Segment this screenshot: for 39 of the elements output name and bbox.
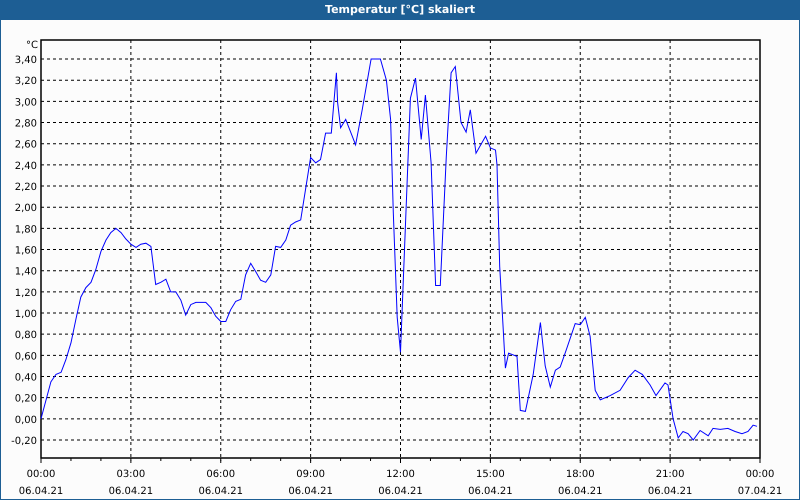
x-tick-date: 06.04.21 <box>108 486 154 497</box>
x-tick-date: 06.04.21 <box>18 486 64 497</box>
y-tick-label: 0,60 <box>14 351 37 362</box>
y-tick-label: 1,80 <box>14 224 37 236</box>
x-tick-label: 00:00 <box>746 468 774 480</box>
x-tick-date: 06.04.21 <box>558 486 603 497</box>
y-tick-label: 1,60 <box>14 245 37 256</box>
x-tick-date: 07.04.21 <box>738 486 782 497</box>
x-tick-label: 21:00 <box>656 468 685 480</box>
y-tick-label: 0,00 <box>14 414 37 426</box>
x-tick-label: 06:00 <box>206 468 236 480</box>
y-tick-label: 3,20 <box>14 76 37 88</box>
x-tick-label: 18:00 <box>566 468 595 480</box>
y-tick-label: 2,40 <box>14 160 37 172</box>
y-tick-label: 3,40 <box>14 55 37 66</box>
x-tick-label: 12:00 <box>386 468 415 480</box>
x-tick-date: 06.04.21 <box>468 486 513 497</box>
y-tick-label: 0,80 <box>14 330 37 342</box>
y-tick-label: 1,40 <box>14 266 37 278</box>
y-tick-label: 2,60 <box>14 140 37 151</box>
x-tick-label: 15:00 <box>476 468 505 480</box>
y-tick-label: 1,20 <box>14 288 37 299</box>
x-tick-label: 03:00 <box>116 468 146 480</box>
y-tick-label: 1,00 <box>14 308 37 320</box>
y-tick-label: 2,00 <box>14 203 37 214</box>
unit-label: °C <box>26 40 38 51</box>
y-tick-label: 0,20 <box>14 394 37 405</box>
window-title: Temperatur [°C] skaliert <box>1 0 799 20</box>
x-tick-label: 00:00 <box>26 468 56 480</box>
x-tick-date: 06.04.21 <box>648 486 692 497</box>
x-tick-date: 06.04.21 <box>288 486 333 497</box>
y-tick-label: -0,20 <box>11 436 37 447</box>
y-tick-label: 3,00 <box>14 97 37 108</box>
x-tick-label: 09:00 <box>296 468 326 480</box>
y-tick-label: 2,20 <box>14 182 37 193</box>
y-tick-label: 2,80 <box>14 118 37 130</box>
x-tick-date: 06.04.21 <box>198 486 244 497</box>
x-tick-date: 06.04.21 <box>378 486 423 497</box>
y-tick-label: 0,40 <box>14 372 37 384</box>
